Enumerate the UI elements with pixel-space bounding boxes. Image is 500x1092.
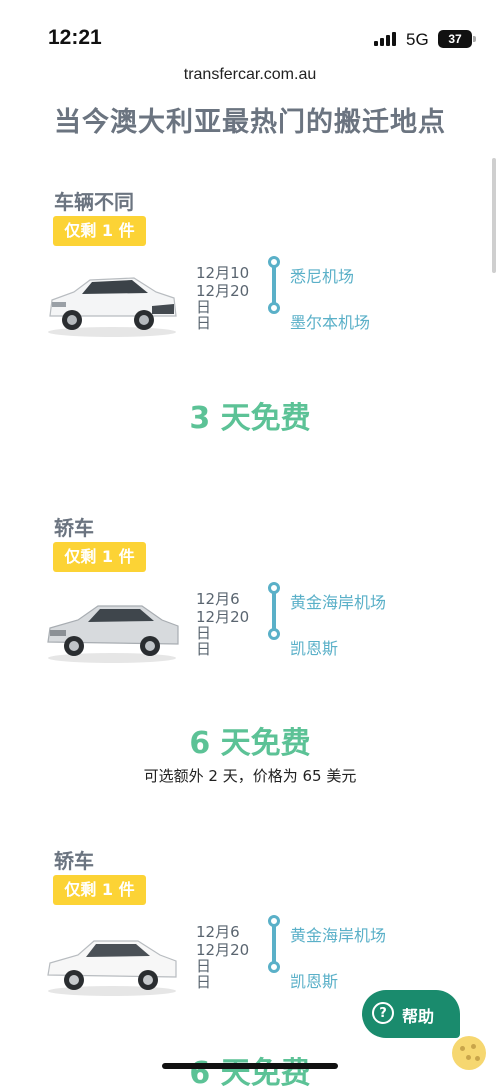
destination-location[interactable]: 墨尔本机场	[290, 309, 370, 333]
destination-location[interactable]: 凯恩斯	[290, 635, 338, 659]
extra-days-note: 可选额外 2 天，价格为 65 美元	[143, 767, 357, 785]
availability-badge: 仅剩 1 件	[53, 216, 146, 246]
route-line-icon	[268, 256, 280, 314]
hatchback-car-image	[47, 940, 177, 996]
pickup-date: 12月10	[196, 264, 250, 282]
battery-cap	[473, 36, 476, 42]
cookie-icon[interactable]	[452, 1036, 486, 1070]
return-date-suffix: 日	[196, 640, 212, 658]
origin-location[interactable]: 悉尼机场	[290, 263, 354, 287]
return-date-suffix: 日	[196, 973, 212, 991]
network-label: 5G	[406, 30, 429, 49]
vehicle-type: 轿车	[54, 516, 94, 540]
pickup-date: 12月6	[196, 923, 240, 941]
address-bar[interactable]: transfercar.com.au	[0, 66, 500, 84]
help-label: 帮助	[402, 1007, 435, 1026]
battery-icon: 37	[438, 30, 472, 48]
free-days: 6 天免费	[189, 726, 311, 761]
clock: 12:21	[48, 26, 102, 49]
route-line-icon	[268, 582, 280, 640]
sedan-car-image	[47, 605, 179, 663]
question-icon: ?	[372, 1002, 394, 1024]
page-title: 当今澳大利亚最热门的搬迁地点	[54, 107, 446, 138]
pickup-date: 12月6	[196, 590, 240, 608]
help-button[interactable]: ? 帮助	[362, 990, 460, 1038]
vehicle-type: 轿车	[54, 849, 94, 873]
scrollbar[interactable]	[492, 158, 496, 273]
vehicle-type: 车辆不同	[54, 190, 134, 214]
home-indicator[interactable]	[162, 1063, 338, 1069]
status-bar: 12:21 5G 37	[0, 0, 500, 60]
availability-badge: 仅剩 1 件	[53, 542, 146, 572]
free-days: 3 天免费	[189, 401, 311, 436]
return-date-suffix: 日	[196, 314, 212, 332]
origin-location[interactable]: 黄金海岸机场	[290, 589, 386, 613]
free-days-partial: 6 天免费	[189, 1056, 311, 1091]
route-line-icon	[268, 915, 280, 973]
destination-location[interactable]: 凯恩斯	[290, 968, 338, 992]
origin-location[interactable]: 黄金海岸机场	[290, 922, 386, 946]
hatchback-car-image	[48, 277, 177, 337]
availability-badge: 仅剩 1 件	[53, 875, 146, 905]
